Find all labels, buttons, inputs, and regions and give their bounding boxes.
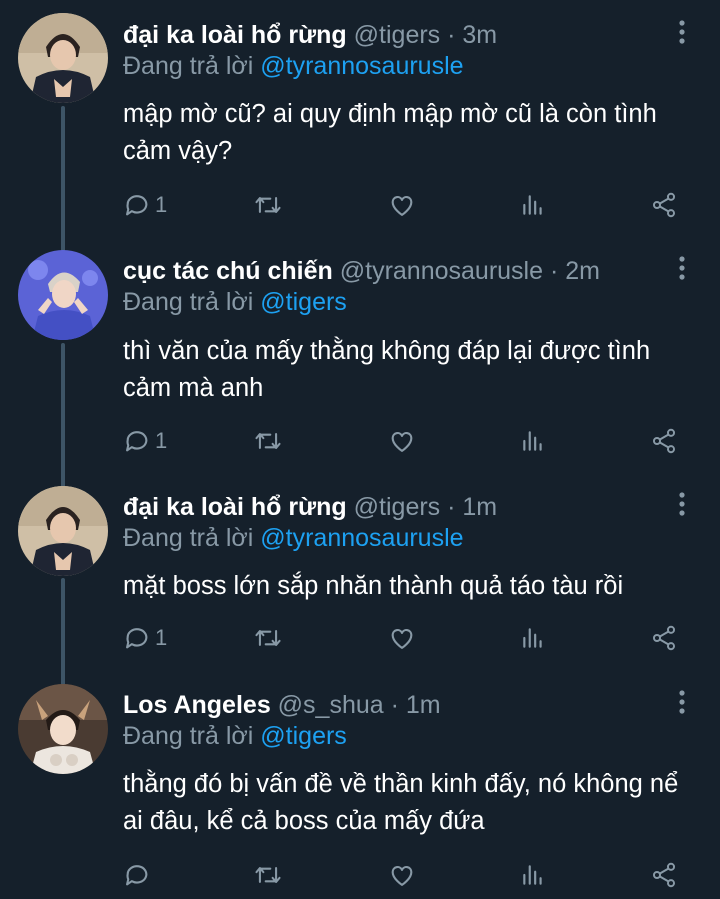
tweet-header: cục tác chú chiến @tyrannosaurusle · 2m <box>123 256 600 286</box>
replying-to: Đang trả lời @tyrannosaurusle <box>123 523 464 553</box>
reply-thread: đại ka loài hổ rừng @tigers · 3m Đang tr… <box>0 0 720 899</box>
share-button[interactable] <box>650 190 678 220</box>
reply-button[interactable]: 1 <box>123 426 167 456</box>
more-options-icon[interactable] <box>672 254 692 282</box>
replying-to: Đang trả lời @tigers <box>123 287 347 317</box>
reply-count: 1 <box>155 625 168 650</box>
display-name[interactable]: đại ka loài hổ rừng <box>123 21 347 49</box>
more-options-icon[interactable] <box>672 18 692 46</box>
stats-button[interactable] <box>520 190 546 220</box>
display-name[interactable]: đại ka loài hổ rừng <box>123 493 347 521</box>
reply-icon <box>126 195 148 216</box>
tweet[interactable]: cục tác chú chiến @tyrannosaurusle · 2m … <box>0 240 720 476</box>
retweet-button[interactable] <box>253 623 283 653</box>
tweet-actions <box>123 860 693 890</box>
mention-link[interactable]: @tigers <box>260 722 347 750</box>
reply-button[interactable] <box>123 860 155 890</box>
share-button[interactable] <box>650 860 678 890</box>
mention-link[interactable]: @tyrannosaurusle <box>260 52 463 80</box>
tweet[interactable]: đại ka loài hổ rừng @tigers · 3m Đang tr… <box>0 0 720 240</box>
share-icon <box>652 428 676 454</box>
share-icon <box>652 862 676 888</box>
tweet-actions: 1 <box>123 623 693 653</box>
stats-button[interactable] <box>520 860 546 890</box>
reply-count: 1 <box>155 192 168 217</box>
tweet[interactable]: đại ka loài hổ rừng @tigers · 1m Đang tr… <box>0 476 720 674</box>
mention-link[interactable]: @tigers <box>260 288 347 316</box>
tweet-text: thì văn của mấy thằng không đáp lại được… <box>123 337 651 402</box>
tweet-text: mặt boss lớn sắp nhăn thành quả táo tàu … <box>123 572 624 600</box>
mention-link[interactable]: @tyrannosaurusle <box>260 524 463 552</box>
replying-to-label: Đang trả lời <box>123 52 261 80</box>
display-name[interactable]: cục tác chú chiến <box>123 257 333 285</box>
more-options-icon[interactable] <box>672 688 692 716</box>
reply-count: 1 <box>155 428 168 453</box>
like-icon <box>391 629 413 649</box>
tweet[interactable]: Los Angeles @s_shua · 1m Đang trả lời @t… <box>0 674 720 899</box>
more-options-icon[interactable] <box>672 490 692 518</box>
like-button[interactable] <box>388 623 416 653</box>
stats-icon <box>523 431 542 451</box>
handle-and-time: @tigers · 3m <box>353 21 498 49</box>
like-button[interactable] <box>388 190 416 220</box>
stats-button[interactable] <box>520 426 546 456</box>
tweet-text: thằng đó bị vấn đề về thần kinh đấy, nó … <box>123 770 679 835</box>
retweet-button[interactable] <box>253 190 283 220</box>
reply-icon <box>126 865 148 886</box>
replying-to-label: Đang trả lời <box>123 288 261 316</box>
retweet-icon <box>255 867 281 883</box>
tweet-text: mập mờ cũ? ai quy định mập mờ cũ là còn … <box>123 100 657 165</box>
handle-and-time: @tyrannosaurusle · 2m <box>339 257 600 285</box>
share-icon <box>652 625 676 651</box>
tweet-header: Los Angeles @s_shua · 1m <box>123 690 441 720</box>
share-icon <box>652 192 676 218</box>
avatar[interactable] <box>18 684 108 774</box>
like-button[interactable] <box>388 426 416 456</box>
share-button[interactable] <box>650 623 678 653</box>
replying-to: Đang trả lời @tigers <box>123 721 347 751</box>
stats-icon <box>523 628 542 648</box>
stats-icon <box>523 195 542 215</box>
reply-button[interactable]: 1 <box>123 190 167 220</box>
handle-and-time: @tigers · 1m <box>353 493 498 521</box>
like-icon <box>391 432 413 452</box>
retweet-button[interactable] <box>253 860 283 890</box>
reply-icon <box>126 431 148 452</box>
tweet-actions: 1 <box>123 426 693 456</box>
replying-to-label: Đang trả lời <box>123 722 261 750</box>
retweet-icon <box>255 630 281 646</box>
replying-to: Đang trả lời @tyrannosaurusle <box>123 51 464 81</box>
tweet-header: đại ka loài hổ rừng @tigers · 3m <box>123 20 497 50</box>
stats-icon <box>523 865 542 885</box>
reply-button[interactable]: 1 <box>123 623 167 653</box>
avatar[interactable] <box>18 13 108 103</box>
avatar[interactable] <box>18 486 108 576</box>
retweet-icon <box>255 197 281 213</box>
avatar[interactable] <box>18 250 108 340</box>
retweet-icon <box>255 433 281 449</box>
reply-icon <box>126 628 148 649</box>
handle-and-time: @s_shua · 1m <box>277 691 441 719</box>
stats-button[interactable] <box>520 623 546 653</box>
like-icon <box>391 196 413 216</box>
like-icon <box>391 866 413 886</box>
replying-to-label: Đang trả lời <box>123 524 261 552</box>
like-button[interactable] <box>388 860 416 890</box>
tweet-header: đại ka loài hổ rừng @tigers · 1m <box>123 492 497 522</box>
share-button[interactable] <box>650 426 678 456</box>
display-name[interactable]: Los Angeles <box>123 691 271 719</box>
retweet-button[interactable] <box>253 426 283 456</box>
tweet-actions: 1 <box>123 190 693 220</box>
